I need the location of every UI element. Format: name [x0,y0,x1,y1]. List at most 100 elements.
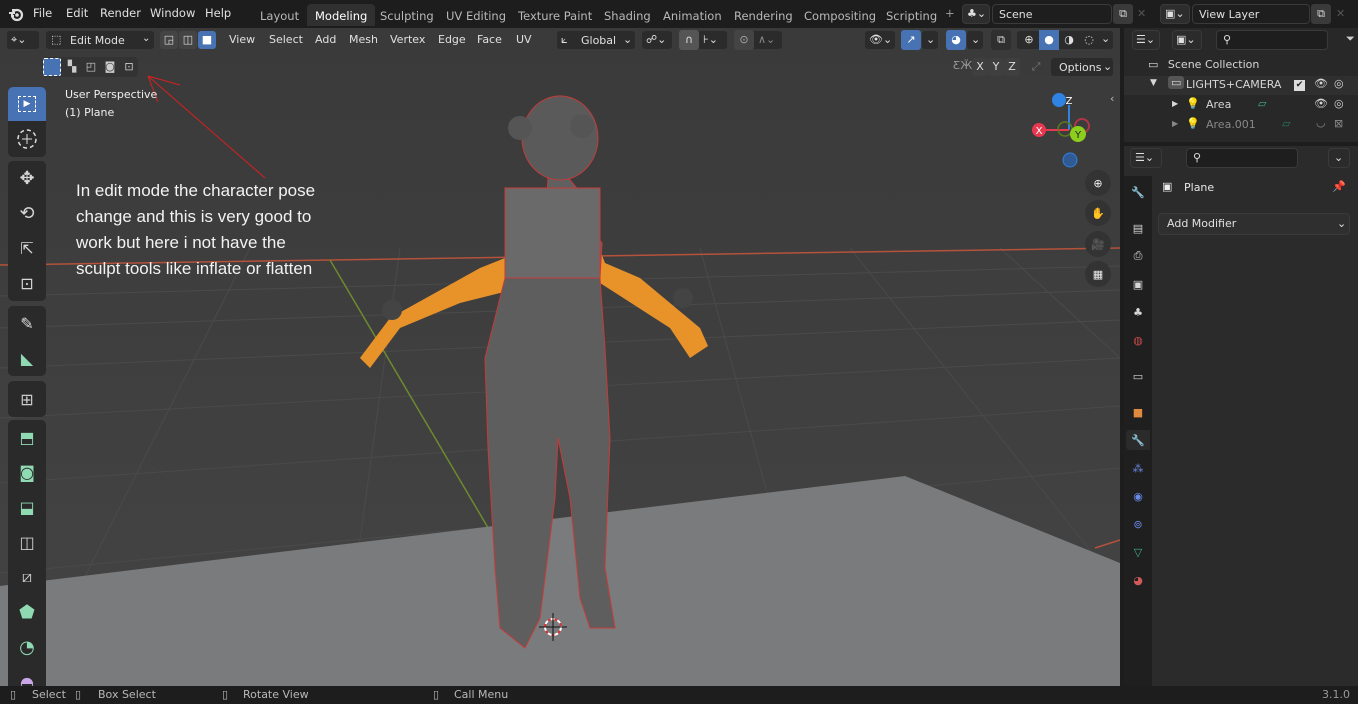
camera-disabled-icon[interactable]: ⊠ [1334,117,1343,130]
eye-icon[interactable]: 👁 [1314,97,1328,110]
tab-data[interactable]: ▽ [1128,542,1148,562]
menu-view[interactable]: View [229,33,255,46]
move-tool[interactable]: ✥ [8,161,46,195]
select-intersect-icon[interactable]: ⊡ [120,58,138,76]
tab-world[interactable]: ◍ [1128,330,1148,350]
outliner-row-area-001[interactable]: ▶ 💡 Area.001 ⏥ ◡ ⊠ [1124,116,1358,135]
falloff-curve-icon[interactable]: ∧⌄ [758,33,775,46]
options-dropdown[interactable]: Options ⌄ [1050,57,1114,77]
menu-edge[interactable]: Edge [438,33,466,46]
menu-select[interactable]: Select [269,33,303,46]
rotate-tool[interactable]: ⟲ [8,196,46,230]
knife-tool[interactable]: ⧄ [8,560,46,594]
menu-face[interactable]: Face [477,33,502,46]
select-box-tool[interactable]: ▶ [8,87,46,121]
wireframe-shading-icon[interactable]: ⊕ [1019,31,1039,49]
mode-dropdown[interactable]: ⬚ Edit Mode ⌄ [45,30,155,50]
pivot-point-dropdown[interactable]: ☍⌄ [641,30,673,50]
tab-collection[interactable]: ▭ [1128,366,1148,386]
vertex-select-mode-button[interactable]: ◲ [160,31,178,49]
expand-arrow-icon[interactable]: ▼ [1150,78,1157,88]
selectability-visibility-dropdown[interactable]: 👁⌄ [864,30,896,50]
delete-scene-button[interactable]: ✕ [1137,7,1146,20]
mirror-x-toggle[interactable]: X [972,58,988,76]
tab-uv-editing[interactable]: UV Editing [438,4,514,26]
pan-view-button[interactable]: ✋ [1085,200,1111,226]
edge-select-mode-button[interactable]: ◫ [179,31,197,49]
tab-object[interactable]: ■ [1128,402,1148,422]
menu-uv[interactable]: UV [516,33,532,46]
inset-faces-tool[interactable]: ◙ [8,455,46,489]
scene-collection-row[interactable]: ▭ Scene Collection [1148,58,1259,71]
filter-funnel-icon[interactable]: ⏷ [1346,32,1355,46]
properties-search-input[interactable]: ⚲ [1186,148,1298,168]
tab-rendering[interactable]: Rendering [726,4,801,26]
select-subtract-icon[interactable]: ◰ [82,58,100,76]
expand-arrow-icon[interactable]: ▶ [1172,119,1178,128]
snap-increment-icon[interactable]: ⊦⌄ [703,33,718,46]
tab-compositing[interactable]: Compositing [796,4,884,26]
cursor-tool[interactable] [8,122,46,156]
chevron-down-icon[interactable]: ⌄ [1101,32,1110,45]
measure-tool[interactable]: ◣ [8,341,46,375]
menu-render[interactable]: Render [100,6,141,20]
tab-sculpting[interactable]: Sculpting [372,4,442,26]
menu-vertex[interactable]: Vertex [390,33,425,46]
new-scene-button[interactable]: ⧉ [1113,4,1133,24]
menu-edit[interactable]: Edit [66,6,88,20]
tab-material[interactable]: ◕ [1128,570,1148,590]
tab-render[interactable]: ▤ [1128,218,1148,238]
auto-merge-toggle[interactable]: ⤢ [1027,58,1045,76]
tab-animation[interactable]: Animation [655,4,730,26]
new-view-layer-button[interactable]: ⧉ [1311,4,1331,24]
tab-modeling[interactable]: Modeling [307,4,376,26]
camera-render-icon[interactable]: ◎ [1334,77,1344,90]
properties-options-dropdown[interactable]: ⌄ [1328,148,1350,168]
tab-shading[interactable]: Shading [596,4,659,26]
negative-z-axis[interactable] [1062,152,1078,168]
outliner-display-mode-button[interactable]: ☰⌄ [1132,30,1160,50]
select-difference-icon[interactable]: ◙ [101,58,119,76]
eye-icon[interactable]: 👁 [1314,77,1328,90]
z-axis-handle[interactable] [1052,93,1066,107]
delete-view-layer-button[interactable]: ✕ [1336,7,1345,20]
rendered-shading-icon[interactable]: ◌ [1079,31,1099,49]
eye-closed-icon[interactable]: ◡ [1316,116,1326,129]
outliner-search-input[interactable]: ⚲ [1216,30,1328,50]
annotate-tool[interactable]: ✎ [8,306,46,340]
tab-tool[interactable]: 🔧 [1128,182,1148,202]
menu-add[interactable]: Add [315,33,336,46]
poly-build-tool[interactable]: ⬟ [8,595,46,629]
spin-tool[interactable]: ◔ [8,630,46,664]
mirror-z-toggle[interactable]: Z [1004,58,1020,76]
menu-file[interactable]: File [33,6,52,20]
menu-window[interactable]: Window [150,6,195,20]
mirror-y-toggle[interactable]: Y [988,58,1004,76]
menu-help[interactable]: Help [205,6,231,20]
tab-output[interactable]: ⎙ [1128,246,1148,266]
material-preview-icon[interactable]: ◑ [1059,31,1079,49]
outliner-filter-layer-button[interactable]: ▣⌄ [1172,30,1202,50]
proportional-editing-icon[interactable]: ⊙ [734,30,754,50]
expand-arrow-icon[interactable]: ▶ [1172,99,1178,108]
camera-view-button[interactable]: 🎥 [1085,231,1111,257]
view-layer-selector-button[interactable]: ▣⌄ [1160,4,1190,24]
snap-toggle-magnet-icon[interactable]: ∩ [679,30,699,50]
scale-tool[interactable]: ⇱ [8,231,46,265]
blender-logo-icon[interactable] [8,6,24,22]
tab-texture-paint[interactable]: Texture Paint [510,4,600,26]
outliner-row-lights-camera[interactable]: ▼ ▭ LIGHTS+CAMERA ✔ 👁 ◎ [1124,76,1358,95]
tab-physics[interactable]: ◉ [1128,486,1148,506]
tab-constraints[interactable]: ⊚ [1128,514,1148,534]
smooth-tool[interactable]: ◓ [8,665,46,686]
transform-tool[interactable]: ⊡ [8,266,46,300]
editor-type-button[interactable]: ⌖⌄ [6,30,40,50]
pin-icon[interactable]: 📌 [1332,180,1346,193]
tab-particles[interactable]: ⁂ [1128,458,1148,478]
tab-scripting[interactable]: Scripting [878,4,945,26]
show-gizmo-toggle[interactable]: ↗ [901,30,921,50]
3d-viewport[interactable]: ⌖⌄ ⬚ Edit Mode ⌄ ◲ ◫ ■ View Select Add M… [0,28,1120,686]
scene-selector-button[interactable]: ♣⌄ [962,4,990,24]
loop-cut-tool[interactable]: ◫ [8,525,46,559]
xray-toggle[interactable]: ⧉ [991,30,1011,50]
